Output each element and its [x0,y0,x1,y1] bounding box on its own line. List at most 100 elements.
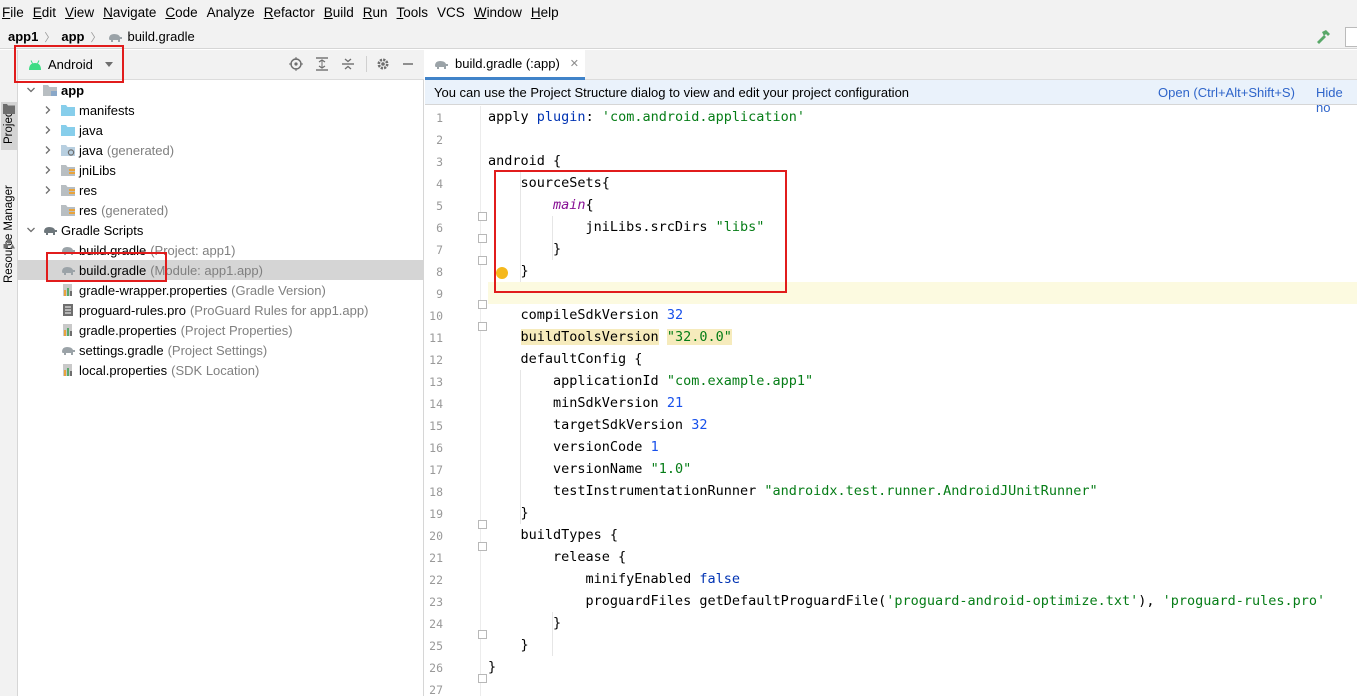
menu-vcs[interactable]: VCS [437,5,470,20]
code-line: main{ [553,197,594,213]
line-number: 15 [429,419,443,433]
locate-file-icon[interactable] [288,56,304,72]
collapse-all-icon[interactable] [340,56,356,72]
menu-navigate[interactable]: Navigate [103,5,161,20]
lightbulb-icon[interactable] [496,267,508,279]
fold-marker[interactable] [478,212,487,221]
line-number: 18 [429,485,443,499]
menu-refactor[interactable]: Refactor [264,5,320,20]
tree-item-module-build-gradle[interactable]: build.gradle (Module: app1.app) [18,260,424,280]
tree-item-gradle-properties[interactable]: gradle.properties (Project Properties) [18,320,424,340]
menu-help[interactable]: Help [531,5,564,20]
menu-bar: File Edit View Navigate Code Analyze Ref… [0,0,1357,25]
menu-file[interactable]: File [2,5,29,20]
code-line: jniLibs.srcDirs "libs" [488,219,765,235]
folder-icon [60,122,76,138]
fold-marker[interactable] [478,300,487,309]
tree-item-label: java (generated) [79,142,175,158]
resource-manager-tab-label: Resource Manager [3,185,15,283]
code-line: release { [488,549,627,565]
code-line: versionCode 1 [488,439,659,455]
code-line: sourceSets{ [488,175,610,191]
project-panel-header: Android [18,50,424,80]
tree-item-java-generated[interactable]: java (generated) [18,140,424,160]
tree-item-res-generated[interactable]: res (generated) [18,200,424,220]
gradle-elephant-icon [435,60,448,69]
android-icon [29,59,41,70]
menu-view[interactable]: View [65,5,99,20]
breadcrumb-file[interactable]: build.gradle [107,29,195,44]
tree-item-label: build.gradle (Module: app1.app) [79,262,263,278]
open-project-structure-link[interactable]: Open (Ctrl+Alt+Shift+S) [1158,85,1295,100]
breadcrumb-project[interactable]: app1 [8,29,38,44]
editor-area: build.gradle (:app) ✕ You can use the Pr… [425,50,1357,696]
code-line: compileSdkVersion 32 [488,307,684,323]
fold-marker[interactable] [478,322,487,331]
build-hammer-icon[interactable] [1315,29,1331,45]
gear-icon[interactable] [366,56,390,72]
menu-build[interactable]: Build [324,5,359,20]
fold-marker[interactable] [478,674,487,683]
line-number: 1 [436,111,443,125]
line-number: 23 [429,595,443,609]
line-number: 14 [429,397,443,411]
resource-manager-tab[interactable]: Resource Manager [1,184,17,284]
chevron-right-icon[interactable] [43,145,53,155]
menu-run[interactable]: Run [363,5,393,20]
tree-item-gradle-scripts[interactable]: Gradle Scripts [18,220,424,240]
tree-item-jnilibs[interactable]: jniLibs [18,160,424,180]
tree-item-java[interactable]: java [18,120,424,140]
menu-window[interactable]: Window [474,5,527,20]
chevron-down-icon[interactable] [26,225,36,235]
tree-item-proguard-rules[interactable]: proguard-rules.pro (ProGuard Rules for ap… [18,300,424,320]
resource-folder-icon [60,162,76,178]
tree-item-label: manifests [79,102,135,118]
chevron-right-icon[interactable] [43,185,53,195]
project-view-label: Android [48,57,93,72]
fold-marker[interactable] [478,520,487,529]
project-view-selector[interactable]: Android [18,57,113,72]
resource-folder-icon [60,202,76,218]
code-line: android { [488,153,562,169]
line-number: 21 [429,551,443,565]
tree-item-settings-gradle[interactable]: settings.gradle (Project Settings) [18,340,424,360]
code-line: } [488,505,529,521]
menu-code[interactable]: Code [165,5,202,20]
properties-file-icon [60,362,76,378]
tree-item-label: Gradle Scripts [61,222,144,238]
fold-marker[interactable] [478,542,487,551]
tab-build-gradle-app[interactable]: build.gradle (:app) ✕ [425,50,585,80]
fold-marker[interactable] [478,256,487,265]
run-config-dropdown[interactable] [1345,27,1357,47]
line-number: 17 [429,463,443,477]
code-editor[interactable]: apply plugin: 'com.android.application' … [488,106,1357,696]
menu-tools[interactable]: Tools [397,5,434,20]
breadcrumb-module[interactable]: app [61,29,84,44]
line-number: 27 [429,683,443,696]
chevron-right-icon[interactable] [43,105,53,115]
tree-item-manifests[interactable]: manifests [18,100,424,120]
line-number: 26 [429,661,443,675]
close-icon[interactable]: ✕ [570,57,579,70]
expand-all-icon[interactable] [314,56,330,72]
editor-tab-strip: build.gradle (:app) ✕ [425,50,1357,80]
chevron-right-icon[interactable] [43,165,53,175]
tree-item-project-build-gradle[interactable]: build.gradle (Project: app1) [18,240,424,260]
fold-marker[interactable] [478,630,487,639]
minimize-icon[interactable] [400,56,416,72]
chevron-down-icon[interactable] [26,85,36,95]
tree-item-res[interactable]: res [18,180,424,200]
chevron-right-icon[interactable] [43,125,53,135]
line-number: 5 [436,199,443,213]
tree-item-app[interactable]: app [18,80,424,100]
code-line: buildTypes { [488,527,619,543]
gradle-elephant-icon [60,342,76,358]
menu-analyze[interactable]: Analyze [207,5,260,20]
menu-edit[interactable]: Edit [33,5,61,20]
fold-marker[interactable] [478,234,487,243]
line-number: 9 [436,287,443,301]
code-line: applicationId "com.example.app1" [488,373,814,389]
tree-item-gradle-wrapper[interactable]: gradle-wrapper.properties (Gradle Version… [18,280,424,300]
tree-item-local-properties[interactable]: local.properties (SDK Location) [18,360,424,380]
folder-icon [3,104,15,114]
